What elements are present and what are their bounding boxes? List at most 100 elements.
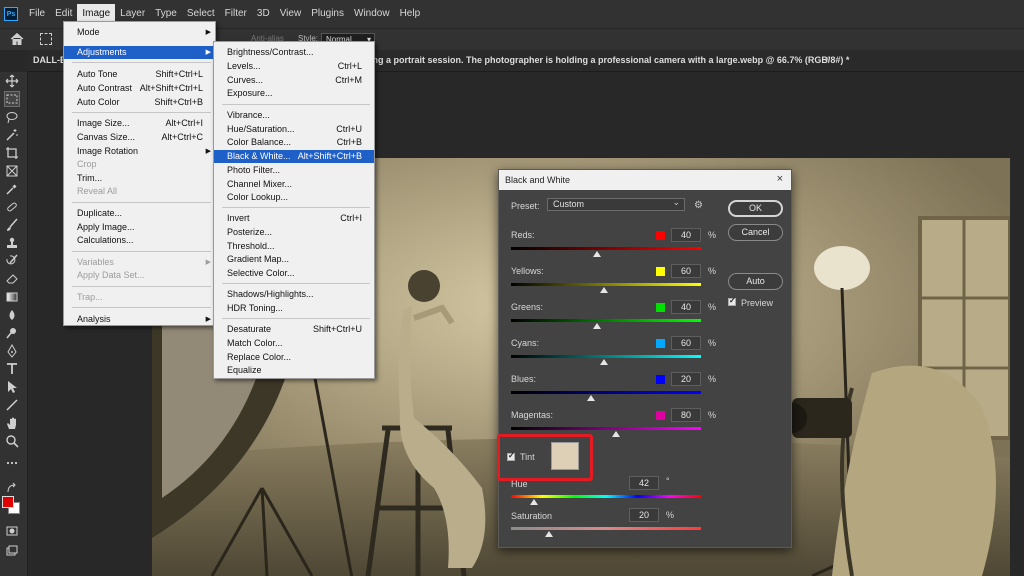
history-brush-tool-icon[interactable] [5, 254, 19, 268]
auto-button[interactable]: Auto [728, 273, 783, 290]
hue-slider-thumb[interactable] [529, 499, 538, 505]
adjustments-item-posterize[interactable]: Posterize... [214, 226, 374, 239]
image-menu-item-duplicate[interactable]: Duplicate... [64, 207, 215, 220]
adjustments-item-hue-saturation[interactable]: Hue/Saturation... Ctrl+U [214, 123, 374, 136]
saturation-slider-track[interactable] [511, 527, 701, 530]
image-menu-item-image-rotation[interactable]: Image Rotation ▶ [64, 145, 215, 158]
cancel-button[interactable]: Cancel [728, 224, 783, 241]
document-tab-title-continued[interactable]: ing a portrait session. The photographer… [370, 55, 849, 65]
marquee-tool-icon[interactable] [4, 91, 20, 107]
quick-mask-icon[interactable] [5, 524, 19, 538]
reds-slider-thumb[interactable] [592, 251, 601, 257]
yellows-slider-track[interactable] [511, 283, 701, 286]
adjustments-item-photo-filter[interactable]: Photo Filter... [214, 164, 374, 177]
magic-wand-tool-icon[interactable] [5, 128, 19, 142]
preview-checkbox[interactable] [728, 296, 736, 306]
adjustments-item-desaturate[interactable]: Desaturate Shift+Ctrl+U [214, 323, 374, 336]
eraser-tool-icon[interactable] [5, 272, 19, 286]
yellows-slider-thumb[interactable] [600, 287, 609, 293]
cyans-slider-track[interactable] [511, 355, 701, 358]
screen-mode-icon[interactable] [5, 544, 19, 558]
adjustments-item-invert[interactable]: Invert Ctrl+I [214, 212, 374, 225]
yellows-value-field[interactable]: 60 [671, 264, 701, 278]
menu-file[interactable]: File [24, 4, 50, 24]
menu-3d[interactable]: 3D [252, 4, 275, 24]
blur-tool-icon[interactable] [5, 308, 19, 322]
saturation-value-field[interactable]: 20 [629, 508, 659, 522]
type-tool-icon[interactable] [5, 362, 19, 376]
image-menu-item-auto-contrast[interactable]: Auto Contrast Alt+Shift+Ctrl+L [64, 82, 215, 95]
path-selection-tool-icon[interactable] [5, 380, 19, 394]
saturation-slider-thumb[interactable] [545, 531, 553, 537]
frame-tool-icon[interactable] [5, 164, 19, 178]
line-tool-icon[interactable] [5, 398, 19, 412]
hand-tool-icon[interactable] [5, 416, 19, 430]
adjustments-item-shadows-highlights[interactable]: Shadows/Highlights... [214, 288, 374, 301]
swap-colors-icon[interactable] [5, 482, 19, 496]
move-tool-icon[interactable] [5, 74, 19, 88]
tint-checkbox[interactable] [507, 451, 515, 461]
adjustments-item-gradient-map[interactable]: Gradient Map... [214, 253, 374, 266]
reds-value-field[interactable]: 40 [671, 228, 701, 242]
gear-icon[interactable]: ⚙ [694, 200, 706, 211]
pen-tool-icon[interactable] [5, 343, 19, 358]
hue-slider-track[interactable] [511, 495, 701, 498]
dodge-tool-icon[interactable] [5, 326, 19, 340]
image-menu-item-canvas-size[interactable]: Canvas Size... Alt+Ctrl+C [64, 131, 215, 144]
greens-slider-thumb[interactable] [592, 323, 601, 329]
image-menu-item-apply-image[interactable]: Apply Image... [64, 221, 215, 234]
adjustments-item-curves[interactable]: Curves... Ctrl+M [214, 74, 374, 87]
tint-color-swatch[interactable] [551, 442, 579, 470]
document-tab-title[interactable]: DALL-E [33, 55, 66, 65]
image-menu-item-analysis[interactable]: Analysis ▶ [64, 313, 215, 326]
menu-window[interactable]: Window [349, 4, 395, 24]
blues-slider-track[interactable] [511, 391, 701, 394]
eyedropper-tool-icon[interactable] [5, 182, 19, 196]
cyans-slider-thumb[interactable] [600, 359, 609, 365]
ok-button[interactable]: OK [728, 200, 783, 217]
greens-value-field[interactable]: 40 [671, 300, 701, 314]
blues-value-field[interactable]: 20 [671, 372, 701, 386]
adjustments-item-color-lookup[interactable]: Color Lookup... [214, 191, 374, 204]
close-icon[interactable]: × [777, 173, 783, 185]
image-menu-item-adjustments[interactable]: Adjustments ▶ [64, 46, 215, 59]
adjustments-item-replace-color[interactable]: Replace Color... [214, 351, 374, 364]
image-menu-item-calculations[interactable]: Calculations... [64, 234, 215, 247]
menu-plugins[interactable]: Plugins [306, 4, 349, 24]
dialog-titlebar[interactable]: Black and White × [499, 170, 791, 190]
menu-filter[interactable]: Filter [220, 4, 252, 24]
healing-brush-tool-icon[interactable] [5, 200, 19, 214]
image-menu-item-image-size[interactable]: Image Size... Alt+Ctrl+I [64, 117, 215, 130]
foreground-color-swatch[interactable] [2, 496, 14, 508]
adjustments-item-vibrance[interactable]: Vibrance... [214, 109, 374, 122]
adjustments-item-match-color[interactable]: Match Color... [214, 337, 374, 350]
greens-slider-track[interactable] [511, 319, 701, 322]
crop-tool-icon[interactable] [5, 146, 19, 160]
lasso-tool-icon[interactable] [5, 110, 19, 124]
cyans-value-field[interactable]: 60 [671, 336, 701, 350]
image-menu-item-auto-tone[interactable]: Auto Tone Shift+Ctrl+L [64, 68, 215, 81]
adjustments-item-exposure[interactable]: Exposure... [214, 87, 374, 100]
more-tools-icon[interactable] [5, 456, 19, 470]
clone-stamp-tool-icon[interactable] [5, 236, 19, 250]
gradient-tool-icon[interactable] [5, 290, 19, 304]
magentas-value-field[interactable]: 80 [671, 408, 701, 422]
reds-slider-track[interactable] [511, 247, 701, 250]
home-icon[interactable] [10, 32, 24, 46]
document-tab-close-icon[interactable]: × [824, 54, 830, 65]
hue-value-field[interactable]: 42 [629, 476, 659, 490]
adjustments-item-equalize[interactable]: Equalize [214, 364, 374, 377]
adjustments-item-black-white[interactable]: Black & White... Alt+Shift+Ctrl+B [214, 150, 374, 163]
adjustments-item-selective-color[interactable]: Selective Color... [214, 267, 374, 280]
adjustments-item-brightness-contrast[interactable]: Brightness/Contrast... [214, 46, 374, 59]
adjustments-item-hdr-toning[interactable]: HDR Toning... [214, 302, 374, 315]
adjustments-item-color-balance[interactable]: Color Balance... Ctrl+B [214, 136, 374, 149]
magentas-slider-track[interactable] [511, 427, 701, 430]
adjustments-item-levels[interactable]: Levels... Ctrl+L [214, 60, 374, 73]
preset-select[interactable]: Custom [547, 197, 685, 211]
image-menu-item-auto-color[interactable]: Auto Color Shift+Ctrl+B [64, 96, 215, 109]
zoom-tool-icon[interactable] [5, 434, 19, 448]
adjustments-item-channel-mixer[interactable]: Channel Mixer... [214, 178, 374, 191]
magentas-slider-thumb[interactable] [611, 431, 620, 437]
menu-help[interactable]: Help [395, 4, 426, 24]
